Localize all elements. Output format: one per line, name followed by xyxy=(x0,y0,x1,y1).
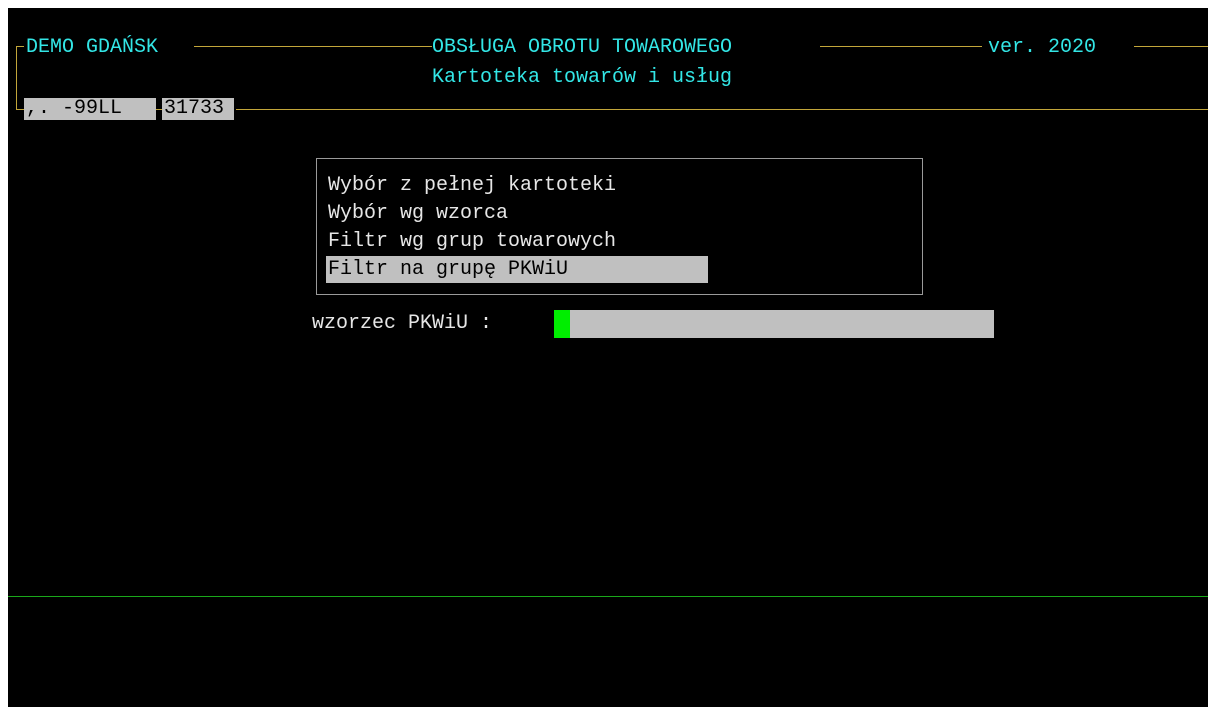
version-label: ver. 2020 xyxy=(988,36,1097,59)
header-frame-top-left xyxy=(16,46,24,47)
header-frame-bottom-right xyxy=(236,109,1208,110)
terminal-screen: DEMO GDAŃSK OBSŁUGA OBROTU TOWAROWEGO ve… xyxy=(8,8,1208,707)
header-frame-top-end xyxy=(1134,46,1208,47)
module-title: OBSŁUGA OBROTU TOWAROWEGO xyxy=(432,36,733,59)
header-frame-bottom-left xyxy=(16,109,24,110)
menu-item-by-pattern[interactable]: Wybór wg wzorca xyxy=(326,200,708,227)
menu-frame-right xyxy=(922,158,923,295)
company-name: DEMO GDAŃSK xyxy=(26,36,159,59)
header-frame-top-right xyxy=(820,46,982,47)
status-number: 31733 xyxy=(162,98,234,120)
menu-item-filter-goods-groups[interactable]: Filtr wg grup towarowych xyxy=(326,228,708,255)
menu-frame-bottom xyxy=(316,294,922,295)
screen-subtitle: Kartoteka towarów i usług xyxy=(432,66,733,89)
text-cursor xyxy=(554,310,570,338)
status-divider xyxy=(8,596,1208,597)
header-frame-left xyxy=(16,46,17,110)
menu-frame-top xyxy=(316,158,922,159)
pkwiu-pattern-input[interactable] xyxy=(570,310,994,338)
menu-item-full-catalog[interactable]: Wybór z pełnej kartoteki xyxy=(326,172,708,199)
status-code: ,. -99LL xyxy=(24,98,156,120)
menu-item-filter-pkwiu[interactable]: Filtr na grupę PKWiU xyxy=(326,256,708,283)
header-frame-top-mid xyxy=(194,46,432,47)
menu-frame-left xyxy=(316,158,317,295)
pattern-label: wzorzec PKWiU : xyxy=(312,312,493,335)
